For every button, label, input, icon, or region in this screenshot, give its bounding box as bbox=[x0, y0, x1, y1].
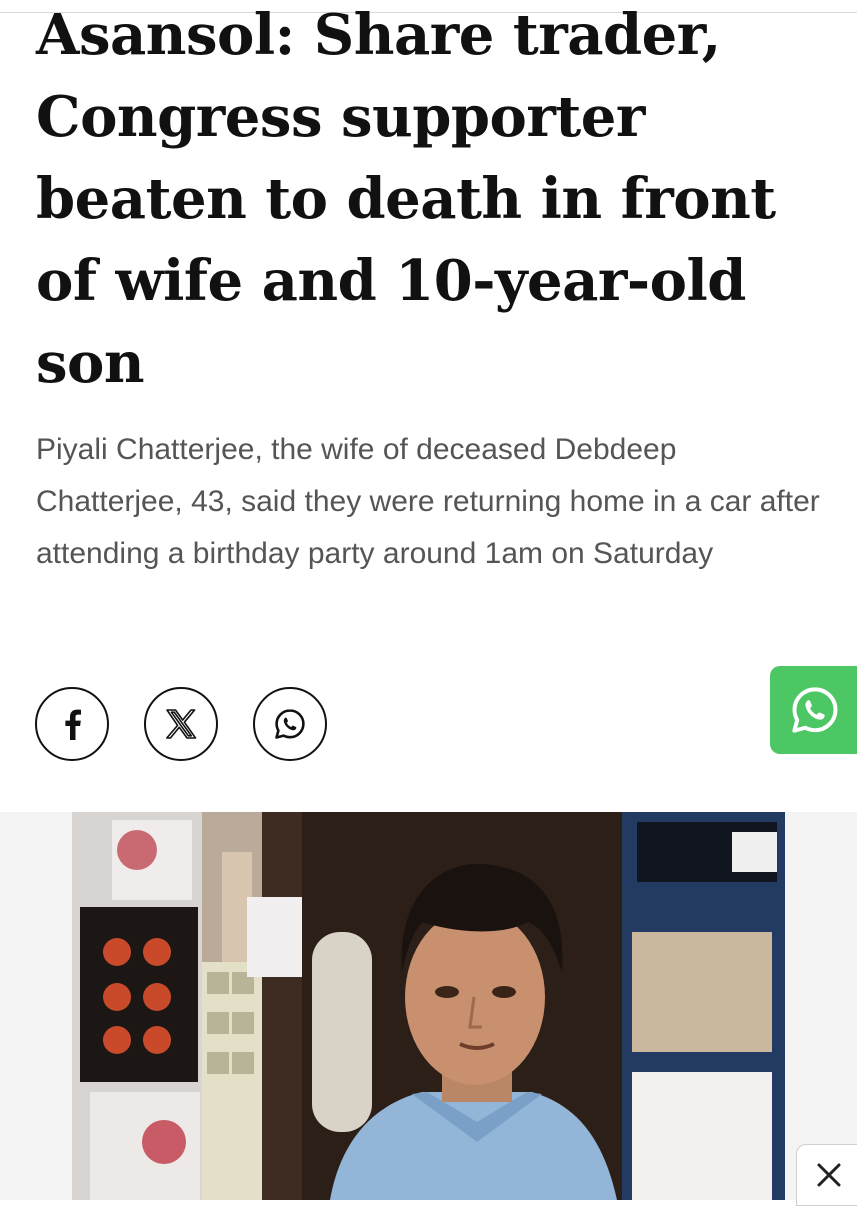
article-summary: Piyali Chatterjee, the wife of deceased … bbox=[36, 433, 820, 570]
floating-whatsapp-button[interactable] bbox=[770, 666, 857, 754]
whatsapp-share-button[interactable] bbox=[253, 687, 327, 761]
whatsapp-icon bbox=[275, 709, 305, 739]
close-ad-button[interactable] bbox=[796, 1144, 857, 1206]
facebook-share-button[interactable] bbox=[35, 687, 109, 761]
facebook-icon bbox=[65, 709, 81, 740]
close-icon bbox=[817, 1163, 841, 1187]
x-share-button[interactable] bbox=[144, 687, 218, 761]
article-photo-illustration bbox=[72, 812, 785, 1200]
x-icon bbox=[166, 709, 197, 739]
man-in-shop-photo bbox=[72, 812, 785, 1200]
photo-container bbox=[0, 812, 857, 1200]
whatsapp-icon bbox=[792, 687, 838, 733]
article-headline: Asansol: Share trader, Congress supporte… bbox=[36, 2, 776, 396]
